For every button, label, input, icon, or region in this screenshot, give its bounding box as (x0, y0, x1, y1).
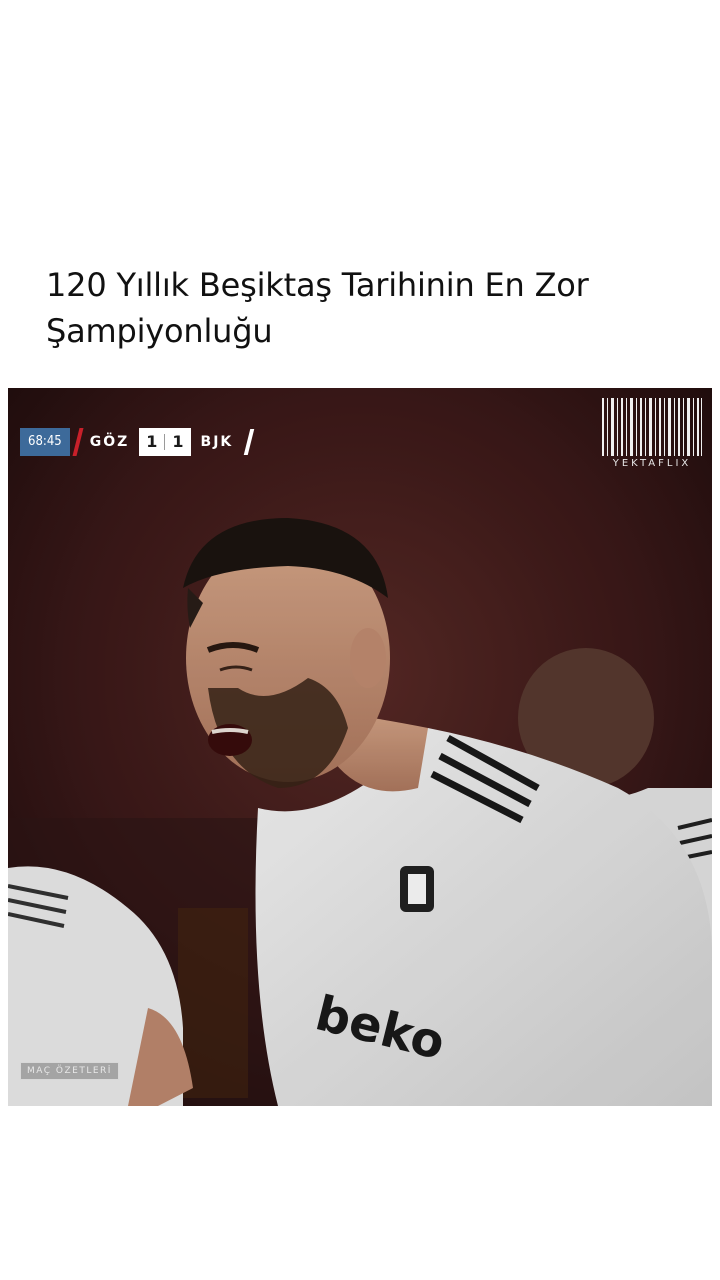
video-frame: beko (8, 388, 712, 1106)
match-clock: 68:45 (20, 428, 70, 456)
score-box: 1 1 (139, 428, 191, 456)
watermark-logo: YEKTAFLIX (600, 398, 704, 469)
barcode-icon (602, 398, 702, 456)
post-title: 120 Yıllık Beşiktaş Tarihinin En Zor Şam… (46, 266, 589, 350)
match-highlights-badge: MAÇ ÖZETLERİ (20, 1062, 119, 1080)
watermark-text: YEKTAFLIX (612, 458, 692, 469)
video-player[interactable]: beko 68:45 GÖZ 1 1 BJK YEKTAFLIX MAÇ ÖZE… (8, 388, 712, 1106)
home-team: GÖZ (89, 434, 130, 450)
score-bar: 68:45 GÖZ 1 1 BJK (20, 428, 255, 456)
away-team: BJK (200, 434, 234, 450)
home-score: 1 (146, 432, 158, 451)
away-score: 1 (172, 432, 184, 451)
